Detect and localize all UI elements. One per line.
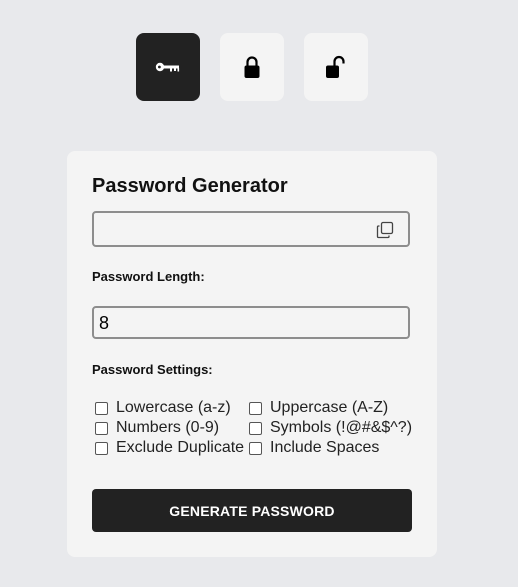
lowercase-checkbox[interactable] xyxy=(95,401,108,415)
option-label: Include Spaces xyxy=(270,439,380,456)
unlock-icon xyxy=(325,55,347,79)
option-label: Symbols (!@#&$^?) xyxy=(270,419,413,436)
option-lowercase[interactable]: Lowercase (a-z) xyxy=(95,399,231,417)
option-numbers[interactable]: Numbers (0-9) xyxy=(95,419,219,437)
generate-password-button[interactable]: GENERATE PASSWORD xyxy=(92,489,412,532)
password-settings-label: Password Settings: xyxy=(92,362,213,377)
symbols-checkbox[interactable] xyxy=(249,421,262,435)
password-output-input[interactable] xyxy=(100,217,364,243)
option-label: Lowercase (a-z) xyxy=(116,399,231,416)
password-generator-card: Password Generator Password Length: Pass… xyxy=(67,151,437,557)
option-label: Uppercase (A-Z) xyxy=(270,399,389,416)
password-length-field xyxy=(92,306,410,339)
password-output-field xyxy=(92,211,410,247)
option-label: Exclude Duplicate xyxy=(116,439,245,456)
key-icon xyxy=(155,60,181,74)
key-mode-button[interactable] xyxy=(136,33,200,101)
option-uppercase[interactable]: Uppercase (A-Z) xyxy=(249,399,388,417)
password-length-label: Password Length: xyxy=(92,269,205,284)
include-spaces-checkbox[interactable] xyxy=(249,441,262,455)
option-include-spaces[interactable]: Include Spaces xyxy=(249,439,379,457)
password-length-input[interactable] xyxy=(99,311,389,335)
exclude-duplicate-checkbox[interactable] xyxy=(95,441,108,455)
lock-mode-button[interactable] xyxy=(220,33,284,101)
mode-toolbar xyxy=(136,33,368,101)
card-title: Password Generator xyxy=(92,175,288,197)
option-exclude-duplicate[interactable]: Exclude Duplicate xyxy=(95,439,244,457)
option-label: Numbers (0-9) xyxy=(116,419,220,436)
copy-icon[interactable] xyxy=(376,221,394,239)
lock-icon xyxy=(243,55,261,79)
option-symbols[interactable]: Symbols (!@#&$^?) xyxy=(249,419,412,437)
unlock-mode-button[interactable] xyxy=(304,33,368,101)
numbers-checkbox[interactable] xyxy=(95,421,108,435)
uppercase-checkbox[interactable] xyxy=(249,401,262,415)
